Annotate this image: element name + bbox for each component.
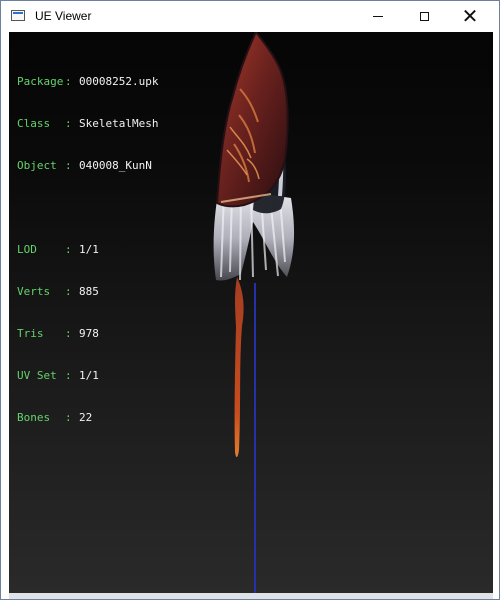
uvset-value: 1/1 [79, 369, 99, 382]
title-bar[interactable]: UE Viewer ✕ [1, 1, 499, 31]
lod-value: 1/1 [79, 243, 99, 256]
window-bottom-edge [9, 593, 493, 599]
bones-value: 22 [79, 411, 93, 424]
verts-value: 885 [79, 285, 99, 298]
mesh-tassel [234, 277, 244, 458]
ue-viewer-window: UE Viewer ✕ Package: 00008252.upk Class… [0, 0, 500, 600]
maximize-button[interactable] [401, 1, 447, 31]
close-button[interactable]: ✕ [447, 1, 493, 31]
maximize-icon [419, 11, 429, 21]
package-value: 00008252.upk [79, 75, 159, 88]
window-title: UE Viewer [35, 9, 92, 23]
object-value: 040008_KunN [79, 159, 152, 172]
tris-value: 978 [79, 327, 99, 340]
close-icon: ✕ [461, 4, 479, 28]
render-viewport[interactable]: Package: 00008252.upk Class: SkeletalMes… [9, 32, 493, 595]
minimize-icon [373, 15, 383, 17]
mesh-mantle [215, 32, 289, 208]
mesh-info-overlay: Package: 00008252.upk Class: SkeletalMes… [17, 75, 159, 424]
app-window-icon [11, 10, 25, 21]
class-value: SkeletalMesh [79, 117, 159, 130]
minimize-button[interactable] [355, 1, 401, 31]
